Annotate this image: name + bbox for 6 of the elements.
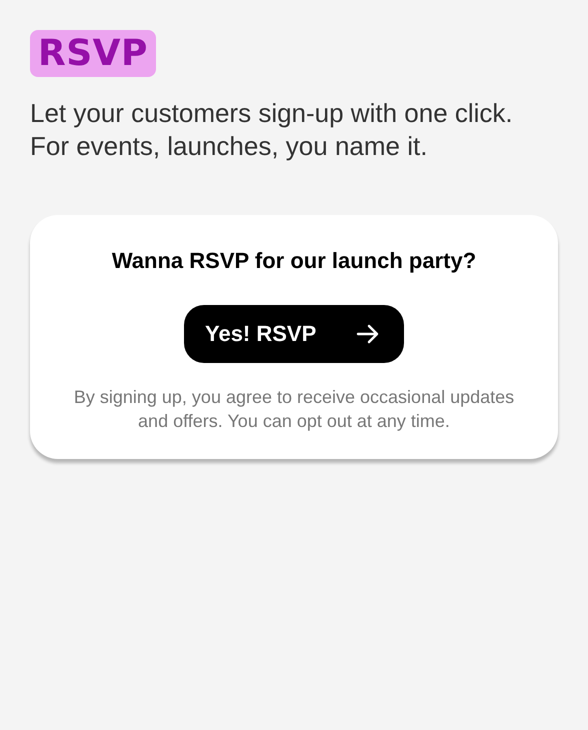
card-title: Wanna RSVP for our launch party? bbox=[112, 247, 476, 275]
description-text: Let your customers sign-up with one click. For events, launches, you name it. bbox=[30, 97, 514, 163]
disclaimer-text: By signing up, you agree to receive occasional updates and offers. You can opt out at any time. bbox=[72, 386, 516, 433]
rsvp-button[interactable]: Yes! RSVP bbox=[184, 305, 404, 363]
arrow-right-icon bbox=[356, 324, 380, 344]
rsvp-badge: RSVP bbox=[30, 30, 156, 77]
